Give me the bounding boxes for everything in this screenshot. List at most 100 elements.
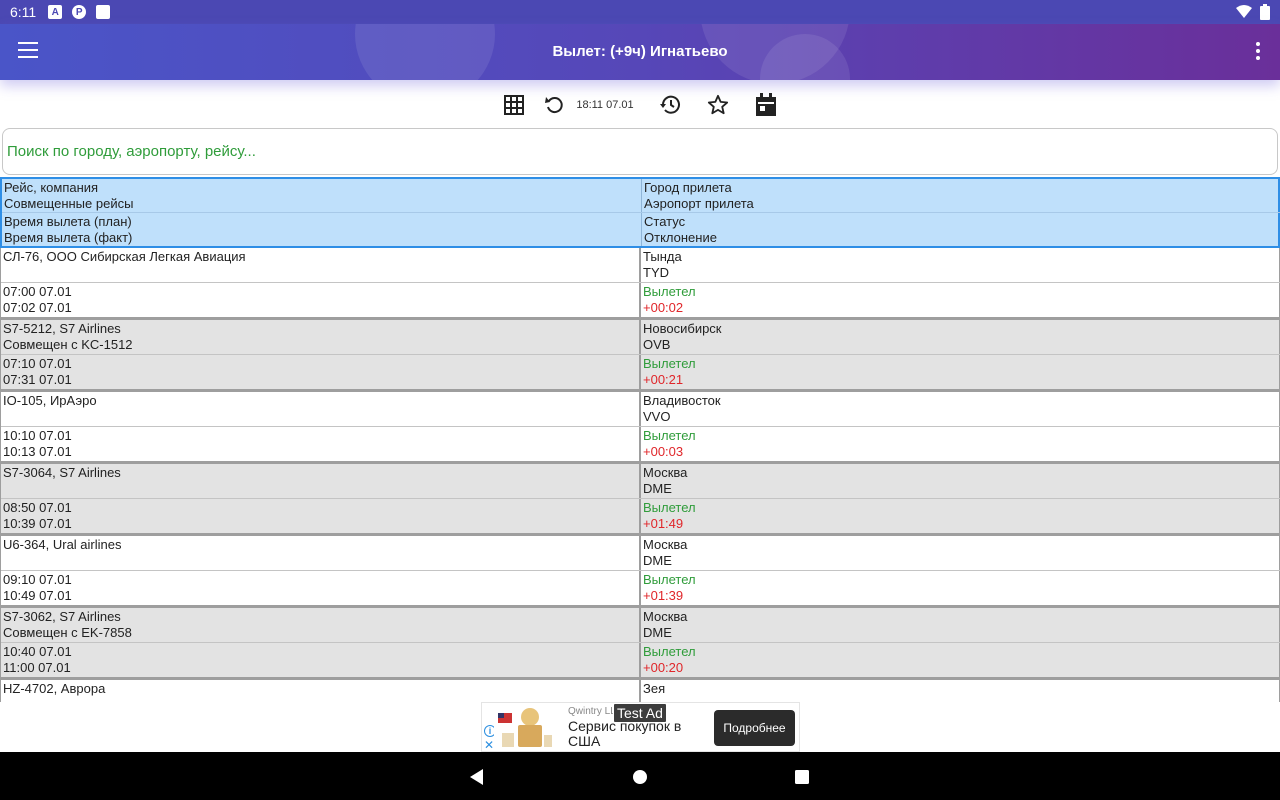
ad-cta-button[interactable]: Подробнее: [714, 710, 795, 746]
flight-number: HZ-4702, Аврора: [3, 681, 106, 696]
home-icon[interactable]: [631, 768, 649, 786]
arrival-cell: Москва DME: [641, 464, 1280, 498]
ad-close-icon[interactable]: ✕: [484, 739, 494, 751]
status-cell: Вылетел +00:21: [641, 355, 1280, 389]
arrival-airport: DME: [643, 625, 672, 640]
notification-a-icon: A: [48, 5, 63, 19]
arrival-city: Москва: [643, 537, 688, 552]
actual-time: 11:00 07.01: [3, 660, 71, 675]
refresh-icon[interactable]: [542, 93, 566, 117]
flight-row[interactable]: S7-5212, S7 Airlines Совмещен с KC-1512 Но…: [0, 320, 1280, 392]
status-cell: Вылетел +00:02: [641, 283, 1280, 317]
flight-row[interactable]: HZ-4702, АврораЗея11:25 07.01Вылетел: [0, 680, 1280, 702]
history-icon[interactable]: [658, 93, 682, 117]
favorite-star-icon[interactable]: [706, 93, 730, 117]
flight-number: IO-105, ИрАэро: [3, 393, 97, 408]
flight-row[interactable]: S7-3062, S7 Airlines Совмещен с EK-7858 Мо…: [0, 608, 1280, 680]
arrival-airport: TYD: [643, 265, 669, 280]
notification-p-icon: P: [72, 5, 87, 19]
page-title: Вылет: (+9ч) Игнатьево: [552, 43, 728, 60]
planned-time: 08:50 07.01: [3, 500, 72, 515]
search-input[interactable]: [7, 143, 1273, 160]
status-cell: Вылетел +00:03: [641, 427, 1280, 461]
arrival-city: Владивосток: [643, 393, 721, 408]
planned-time: 10:40 07.01: [3, 644, 72, 659]
back-icon[interactable]: [468, 768, 486, 786]
status-cell: Вылетел +00:20: [641, 643, 1280, 677]
flight-number: S7-3064, S7 Airlines: [3, 465, 121, 480]
actual-time: 10:39 07.01: [3, 516, 72, 531]
planned-time: 10:10 07.01: [3, 428, 72, 443]
test-ad-badge: Test Ad: [613, 703, 667, 723]
more-options-icon[interactable]: [1256, 42, 1260, 60]
flight-status: Вылетел: [643, 428, 696, 443]
calendar-icon[interactable]: [754, 93, 778, 117]
status-cell: Вылетел +01:49: [641, 499, 1280, 533]
arrival-city: Москва: [643, 609, 688, 624]
wifi-icon: [1236, 5, 1252, 18]
table-header: Рейс, компания Совмещенные рейсы Город п…: [0, 177, 1280, 248]
planned-time: 07:00 07.01: [3, 284, 72, 299]
flights-table: Рейс, компания Совмещенные рейсы Город п…: [0, 177, 1280, 702]
flight-company-cell: S7-3064, S7 Airlines: [1, 464, 641, 498]
planned-time: 09:10 07.01: [3, 572, 72, 587]
status-bar: 6:11 A P: [0, 0, 1280, 24]
flight-deviation: +00:02: [643, 300, 684, 315]
flight-row[interactable]: СЛ-76, ООО Сибирская Легкая Авиация Тында…: [0, 248, 1280, 320]
flight-company-cell: СЛ-76, ООО Сибирская Легкая Авиация: [1, 248, 641, 282]
flight-deviation: +01:49: [643, 516, 684, 531]
actual-time: 07:31 07.01: [3, 372, 72, 387]
arrival-airport: DME: [643, 481, 672, 496]
header-status[interactable]: Статус Отклонение: [642, 213, 1280, 246]
flight-number: СЛ-76, ООО Сибирская Легкая Авиация: [3, 249, 246, 264]
arrival-airport: DME: [643, 553, 672, 568]
toolbar: 18:11 07.01: [0, 88, 1280, 122]
flight-number: S7-5212, S7 Airlines: [3, 321, 121, 336]
arrival-airport: OVB: [643, 337, 671, 352]
ad-image: [494, 707, 554, 751]
ad-banner[interactable]: i ✕ Qwintry LLC Сервис покупок в США Tes…: [481, 702, 800, 752]
arrival-cell: Москва DME: [641, 536, 1280, 570]
battery-icon: [1260, 4, 1270, 20]
flight-deviation: +00:20: [643, 660, 684, 675]
codeshare-info: Совмещен с KC-1512: [3, 337, 133, 352]
arrival-city: Москва: [643, 465, 688, 480]
last-updated-time: 18:11 07.01: [576, 99, 634, 111]
planned-time: 07:10 07.01: [3, 356, 72, 371]
header-departure-time[interactable]: Время вылета (план) Время вылета (факт): [2, 213, 642, 246]
arrival-cell: Новосибирск OVB: [641, 320, 1280, 354]
search-box[interactable]: [2, 128, 1278, 175]
flight-status: Вылетел: [643, 572, 696, 587]
flight-row[interactable]: U6-364, Ural airlines Москва DME 09:10 07.0…: [0, 536, 1280, 608]
recents-icon[interactable]: [793, 768, 811, 786]
flight-status: Вылетел: [643, 500, 696, 515]
status-time: 6:11: [10, 4, 37, 20]
flight-row[interactable]: IO-105, ИрАэро Владивосток VVO 10:10 07.01 1…: [0, 392, 1280, 464]
sd-card-icon: [96, 5, 111, 19]
departure-time-cell: 08:50 07.01 10:39 07.01: [1, 499, 641, 533]
grid-view-icon[interactable]: [502, 93, 526, 117]
header-arrival-city[interactable]: Город прилета Аэропорт прилета: [642, 179, 1280, 212]
departure-time-cell: 10:10 07.01 10:13 07.01: [1, 427, 641, 461]
arrival-cell: Москва DME: [641, 608, 1280, 642]
arrival-cell: Зея: [641, 680, 1280, 702]
flight-company-cell: S7-3062, S7 Airlines Совмещен с EK-7858: [1, 608, 641, 642]
flight-company-cell: U6-364, Ural airlines: [1, 536, 641, 570]
flight-status: Вылетел: [643, 644, 696, 659]
departure-time-cell: 09:10 07.01 10:49 07.01: [1, 571, 641, 605]
codeshare-info: Совмещен с EK-7858: [3, 625, 132, 640]
arrival-city: Новосибирск: [643, 321, 722, 336]
flight-row[interactable]: S7-3064, S7 Airlines Москва DME 08:50 07.01…: [0, 464, 1280, 536]
header-flight-company[interactable]: Рейс, компания Совмещенные рейсы: [2, 179, 642, 212]
flight-company-cell: IO-105, ИрАэро: [1, 392, 641, 426]
app-bar: Вылет: (+9ч) Игнатьево: [0, 24, 1280, 80]
flight-company-cell: S7-5212, S7 Airlines Совмещен с KC-1512: [1, 320, 641, 354]
departure-time-cell: 07:00 07.01 07:02 07.01: [1, 283, 641, 317]
flight-deviation: +00:03: [643, 444, 684, 459]
arrival-airport: VVO: [643, 409, 671, 424]
flight-company-cell: HZ-4702, Аврора: [1, 680, 641, 702]
arrival-cell: Тында TYD: [641, 248, 1280, 282]
actual-time: 07:02 07.01: [3, 300, 72, 315]
departure-time-cell: 07:10 07.01 07:31 07.01: [1, 355, 641, 389]
arrival-city: Зея: [643, 681, 666, 696]
